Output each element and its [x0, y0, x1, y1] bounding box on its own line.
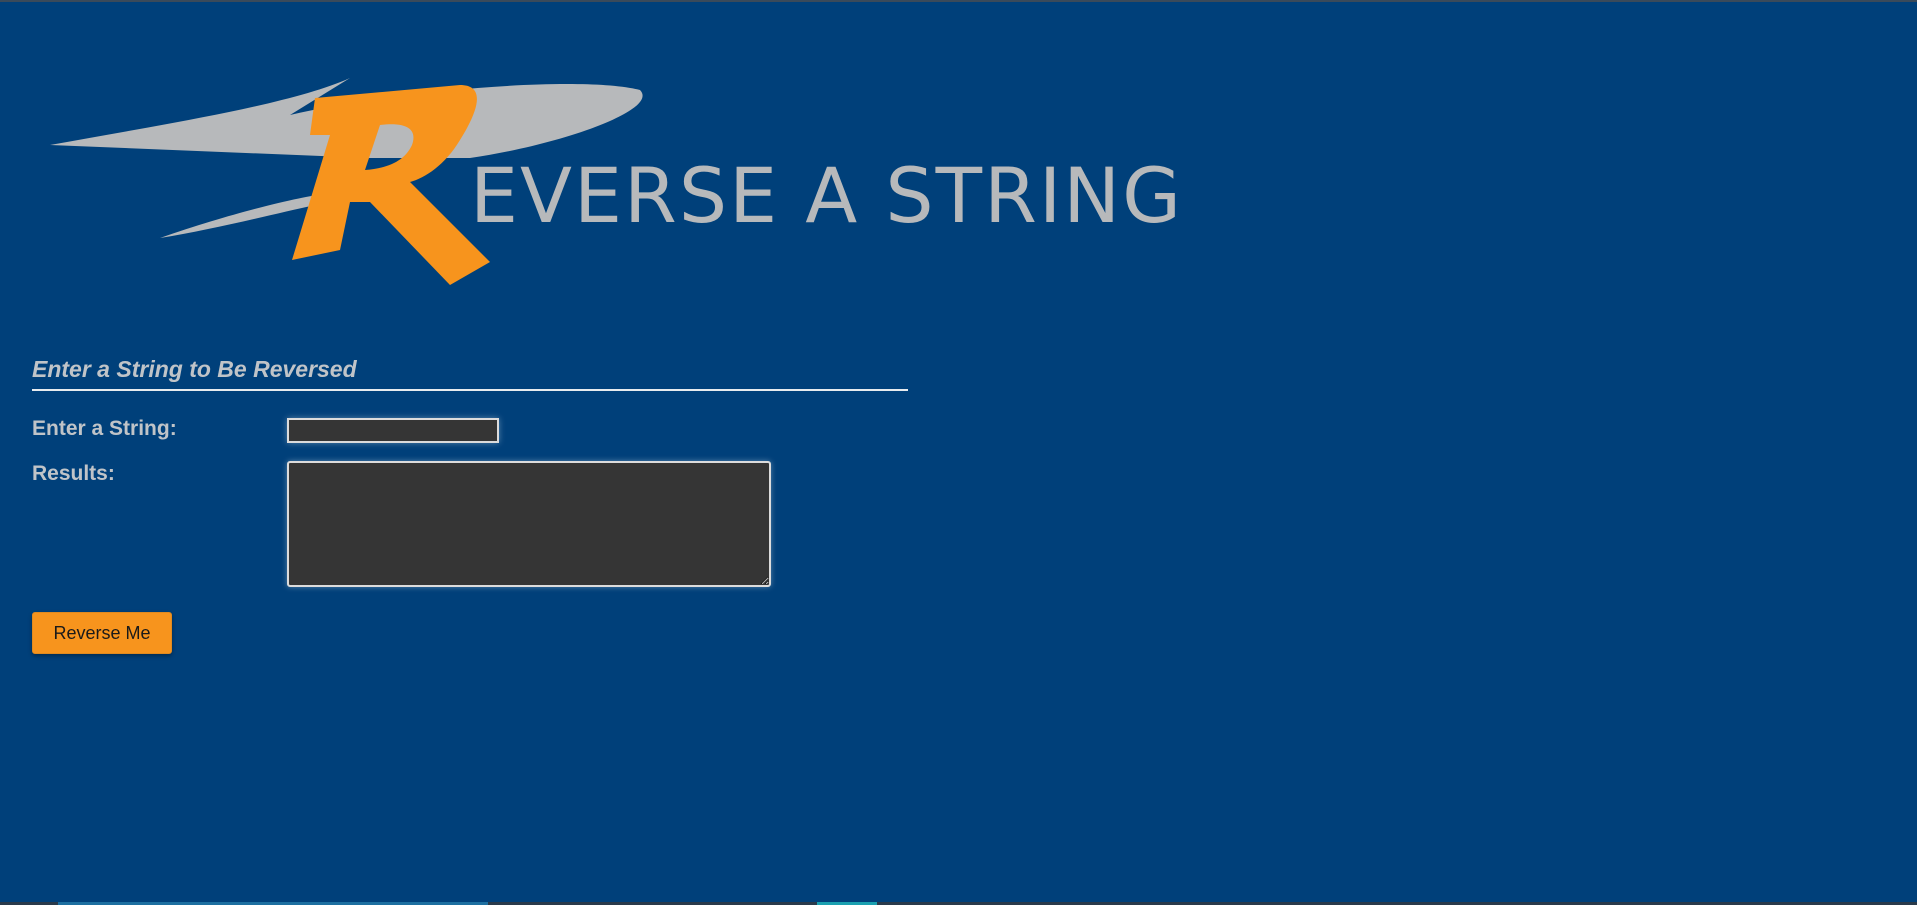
string-label: Enter a String:	[32, 417, 177, 440]
results-label: Results:	[32, 462, 115, 485]
page: EVERSE A STRING Enter a String to Be Rev…	[0, 0, 1917, 905]
string-input[interactable]	[287, 418, 499, 443]
top-border	[0, 0, 1917, 2]
reverse-me-button[interactable]: Reverse Me	[32, 612, 172, 654]
reverse-a-string-logo: EVERSE A STRING	[50, 78, 1183, 285]
results-textarea[interactable]	[287, 461, 771, 587]
section-title: Enter a String to Be Reversed	[32, 356, 908, 391]
logo-text: EVERSE A STRING	[470, 151, 1183, 240]
